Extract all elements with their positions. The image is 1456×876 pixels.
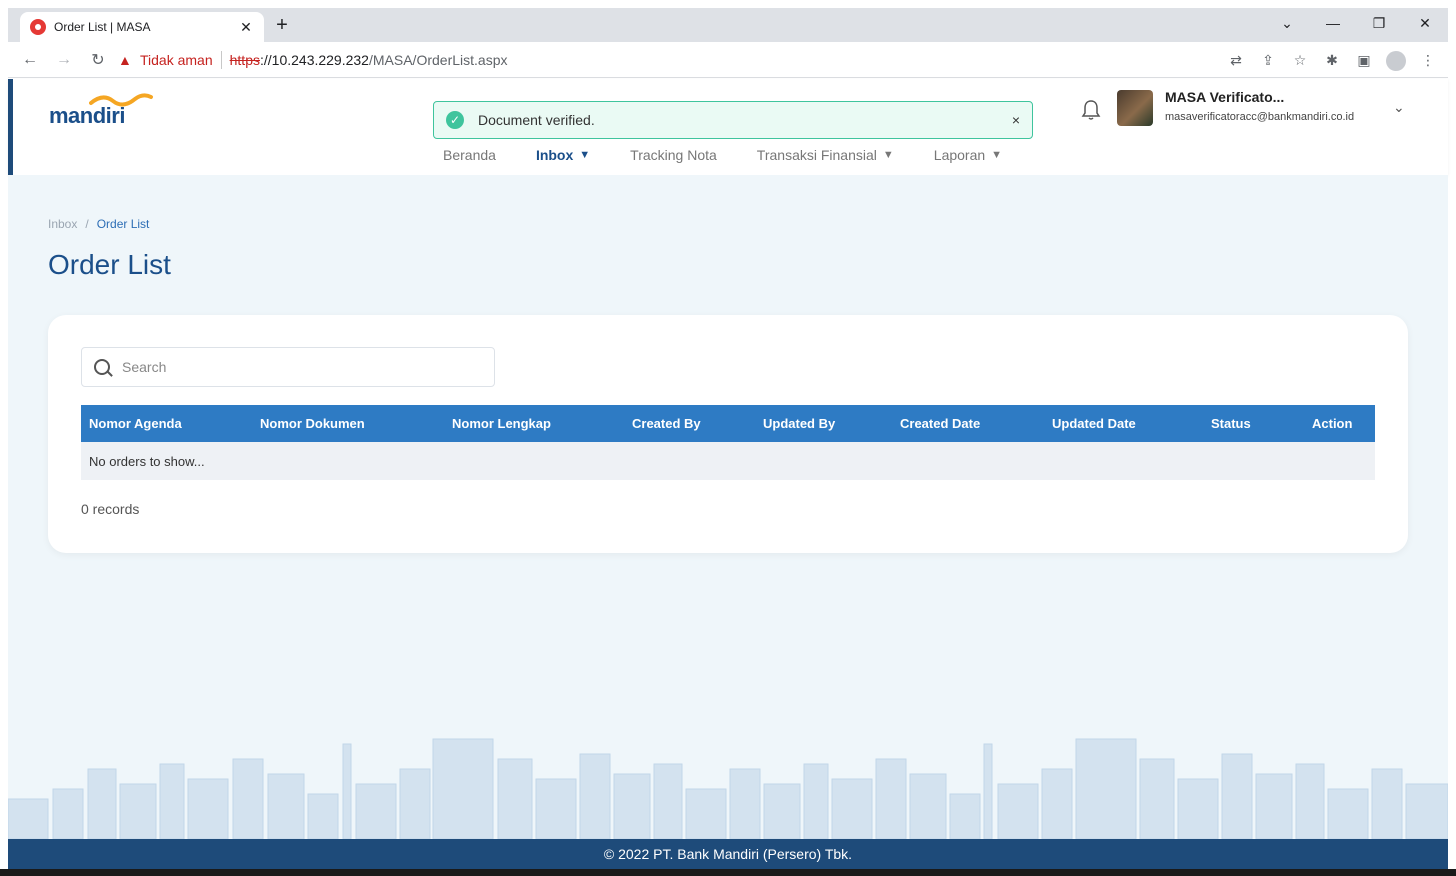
column-header-status[interactable]: Status bbox=[1203, 416, 1304, 431]
share-icon[interactable]: ⇪ bbox=[1256, 48, 1280, 72]
column-header-nomor-lengkap[interactable]: Nomor Lengkap bbox=[444, 416, 624, 431]
column-header-updated-date[interactable]: Updated Date bbox=[1044, 416, 1203, 431]
window-controls: ⌄ — ❐ ✕ bbox=[1264, 8, 1448, 38]
side-panel-icon[interactable]: ▣ bbox=[1352, 48, 1376, 72]
new-tab-button[interactable]: + bbox=[270, 14, 294, 37]
city-skyline-illustration bbox=[8, 738, 1448, 839]
toolbar-actions: ⇄ ⇪ ☆ ✱ ▣ ⋮ bbox=[1224, 48, 1440, 72]
logo-text: mandiri bbox=[49, 103, 125, 128]
footer: © 2022 PT. Bank Mandiri (Persero) Tbk. bbox=[8, 839, 1448, 869]
empty-table-row: No orders to show... bbox=[81, 442, 1375, 480]
address-bar[interactable]: ▲ Tidak aman https ://10.243.229.232 /MA… bbox=[118, 47, 1218, 73]
back-arrow-icon[interactable]: ← bbox=[18, 48, 42, 72]
breadcrumb-current: Order List bbox=[96, 217, 150, 231]
favicon-icon bbox=[30, 19, 46, 35]
main-nav: Beranda Inbox ▼ Tracking Nota Transaksi … bbox=[443, 147, 1002, 163]
user-email: masaverificatoracc@bankmandiri.co.id bbox=[1165, 111, 1355, 123]
bookmark-star-icon[interactable]: ☆ bbox=[1288, 48, 1312, 72]
nav-item-laporan[interactable]: Laporan ▼ bbox=[934, 147, 1002, 163]
order-table: Nomor Agenda Nomor Dokumen Nomor Lengkap… bbox=[81, 405, 1375, 480]
column-header-nomor-dokumen[interactable]: Nomor Dokumen bbox=[252, 416, 444, 431]
breadcrumb-separator: / bbox=[85, 217, 89, 231]
nav-label: Transaksi Finansial bbox=[756, 147, 877, 163]
nav-label: Inbox bbox=[535, 147, 574, 163]
column-header-updated-by[interactable]: Updated By bbox=[755, 416, 892, 431]
tab-search-chevron-down-icon[interactable]: ⌄ bbox=[1264, 8, 1310, 38]
nav-label: Tracking Nota bbox=[630, 147, 717, 163]
nav-item-transaksi-finansial[interactable]: Transaksi Finansial ▼ bbox=[757, 147, 894, 163]
page-content: Inbox / Order List Order List Nomor Agen… bbox=[8, 175, 1448, 839]
chevron-down-icon: ▼ bbox=[579, 149, 591, 161]
toast-message: Document verified. bbox=[478, 112, 595, 128]
profile-icon[interactable] bbox=[1384, 48, 1408, 72]
minimize-icon[interactable]: — bbox=[1310, 8, 1356, 38]
search-box[interactable] bbox=[81, 347, 495, 387]
forward-arrow-icon[interactable]: → bbox=[52, 48, 76, 72]
column-header-action: Action bbox=[1312, 416, 1353, 431]
nav-label: Laporan bbox=[933, 147, 986, 163]
search-input[interactable] bbox=[122, 359, 482, 375]
browser-toolbar: ← → ↻ ▲ Tidak aman https ://10.243.229.2… bbox=[8, 42, 1448, 78]
notification-bell-icon[interactable] bbox=[1081, 99, 1101, 120]
footer-copyright: © 2022 PT. Bank Mandiri (Persero) Tbk. bbox=[603, 846, 853, 862]
check-circle-icon: ✓ bbox=[446, 111, 464, 129]
column-header-created-by[interactable]: Created By bbox=[624, 416, 755, 431]
column-header-created-date[interactable]: Created Date bbox=[892, 416, 1044, 431]
nav-item-beranda[interactable]: Beranda bbox=[443, 147, 496, 163]
url-scheme: https bbox=[229, 52, 260, 68]
menu-kebab-icon[interactable]: ⋮ bbox=[1416, 48, 1440, 72]
address-divider bbox=[220, 51, 222, 69]
order-list-card: Nomor Agenda Nomor Dokumen Nomor Lengkap… bbox=[48, 315, 1408, 553]
warning-triangle-icon: ▲ bbox=[118, 52, 132, 68]
security-status[interactable]: Tidak aman bbox=[140, 52, 213, 68]
url-path: /MASA/OrderList.aspx bbox=[368, 52, 508, 68]
restore-icon[interactable]: ❐ bbox=[1356, 8, 1402, 38]
close-window-icon[interactable]: ✕ bbox=[1402, 8, 1448, 38]
close-tab-icon[interactable]: ✕ bbox=[238, 19, 254, 36]
table-header: Nomor Agenda Nomor Dokumen Nomor Lengkap… bbox=[81, 405, 1375, 442]
translate-icon[interactable]: ⇄ bbox=[1224, 48, 1248, 72]
extensions-puzzle-icon[interactable]: ✱ bbox=[1320, 48, 1344, 72]
toast-close-icon[interactable]: × bbox=[1012, 112, 1020, 128]
app-header: mandiri ✓ Document verified. × Beranda I… bbox=[8, 79, 1448, 175]
reload-icon[interactable]: ↻ bbox=[86, 48, 110, 72]
success-toast: ✓ Document verified. × bbox=[433, 101, 1033, 139]
chevron-down-icon: ▼ bbox=[882, 149, 894, 161]
user-name[interactable]: MASA Verificato... bbox=[1165, 89, 1284, 105]
nav-item-tracking-nota[interactable]: Tracking Nota bbox=[630, 147, 717, 163]
breadcrumb: Inbox / Order List bbox=[48, 217, 149, 231]
os-taskbar bbox=[0, 869, 1456, 876]
user-menu-chevron-down-icon[interactable]: ⌄ bbox=[1393, 99, 1405, 116]
tab-title: Order List | MASA bbox=[54, 20, 151, 34]
url-host: ://10.243.229.232 bbox=[259, 52, 369, 68]
browser-tab-strip: Order List | MASA ✕ + ⌄ — ❐ ✕ bbox=[8, 8, 1448, 42]
column-header-nomor-agenda[interactable]: Nomor Agenda bbox=[81, 416, 252, 431]
mandiri-logo[interactable]: mandiri bbox=[49, 91, 159, 131]
nav-item-inbox[interactable]: Inbox ▼ bbox=[536, 147, 590, 163]
user-avatar[interactable] bbox=[1117, 90, 1153, 126]
nav-label: Beranda bbox=[443, 147, 496, 163]
browser-tab[interactable]: Order List | MASA ✕ bbox=[20, 12, 264, 42]
breadcrumb-inbox-link[interactable]: Inbox bbox=[48, 217, 77, 231]
page-title: Order List bbox=[48, 249, 171, 280]
search-icon bbox=[94, 359, 110, 375]
chevron-down-icon: ▼ bbox=[991, 149, 1003, 161]
records-count: 0 records bbox=[81, 501, 140, 517]
